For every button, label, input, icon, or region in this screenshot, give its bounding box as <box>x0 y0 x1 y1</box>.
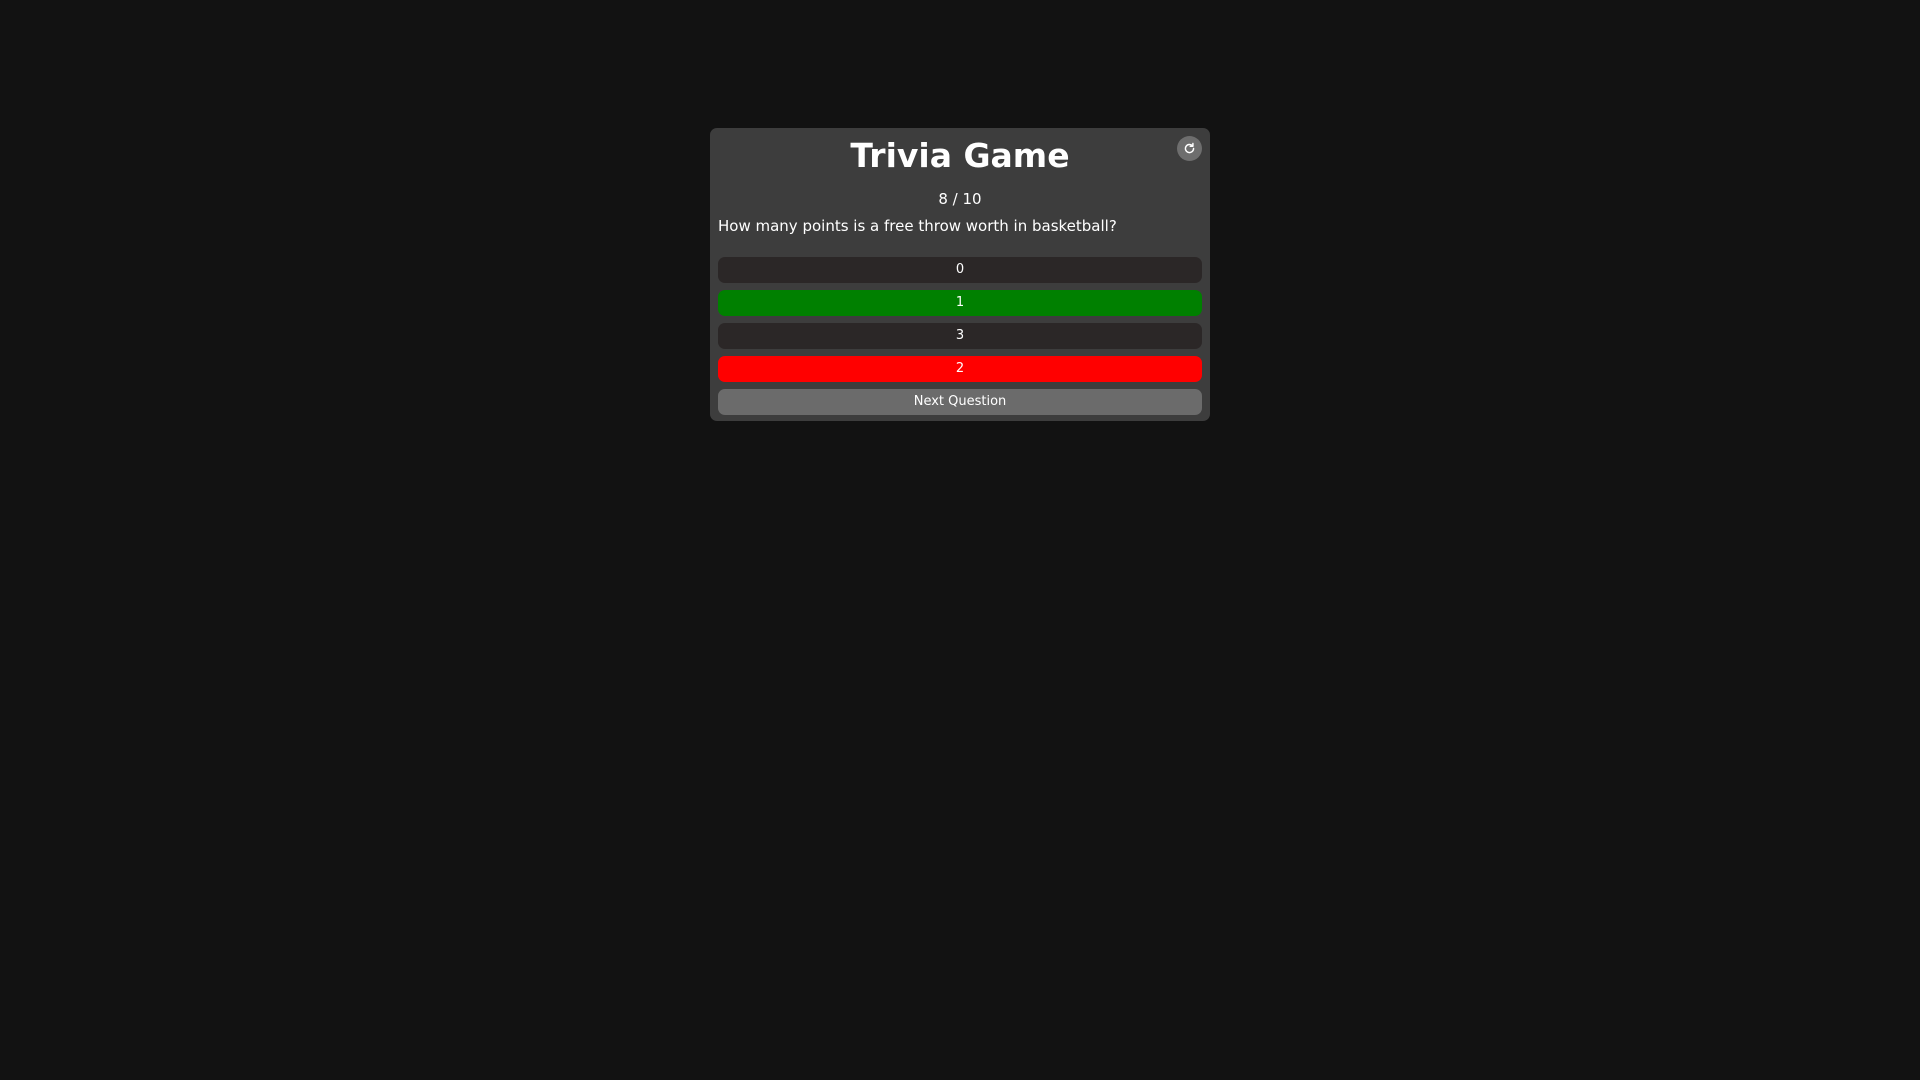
answer-button[interactable]: 2 <box>718 356 1202 382</box>
question-text: How many points is a free throw worth in… <box>718 217 1117 235</box>
next-question-button[interactable]: Next Question <box>718 389 1202 415</box>
reset-button[interactable] <box>1177 136 1202 161</box>
answer-list: 0 1 3 2 <box>718 257 1202 382</box>
answer-button[interactable]: 3 <box>718 323 1202 349</box>
trivia-panel: Trivia Game 8 / 10 How many points is a … <box>710 128 1210 421</box>
question-counter: 8 / 10 <box>938 190 982 208</box>
game-title: Trivia Game <box>850 136 1070 175</box>
answer-button[interactable]: 1 <box>718 290 1202 316</box>
answer-button[interactable]: 0 <box>718 257 1202 283</box>
refresh-icon <box>1184 142 1195 154</box>
